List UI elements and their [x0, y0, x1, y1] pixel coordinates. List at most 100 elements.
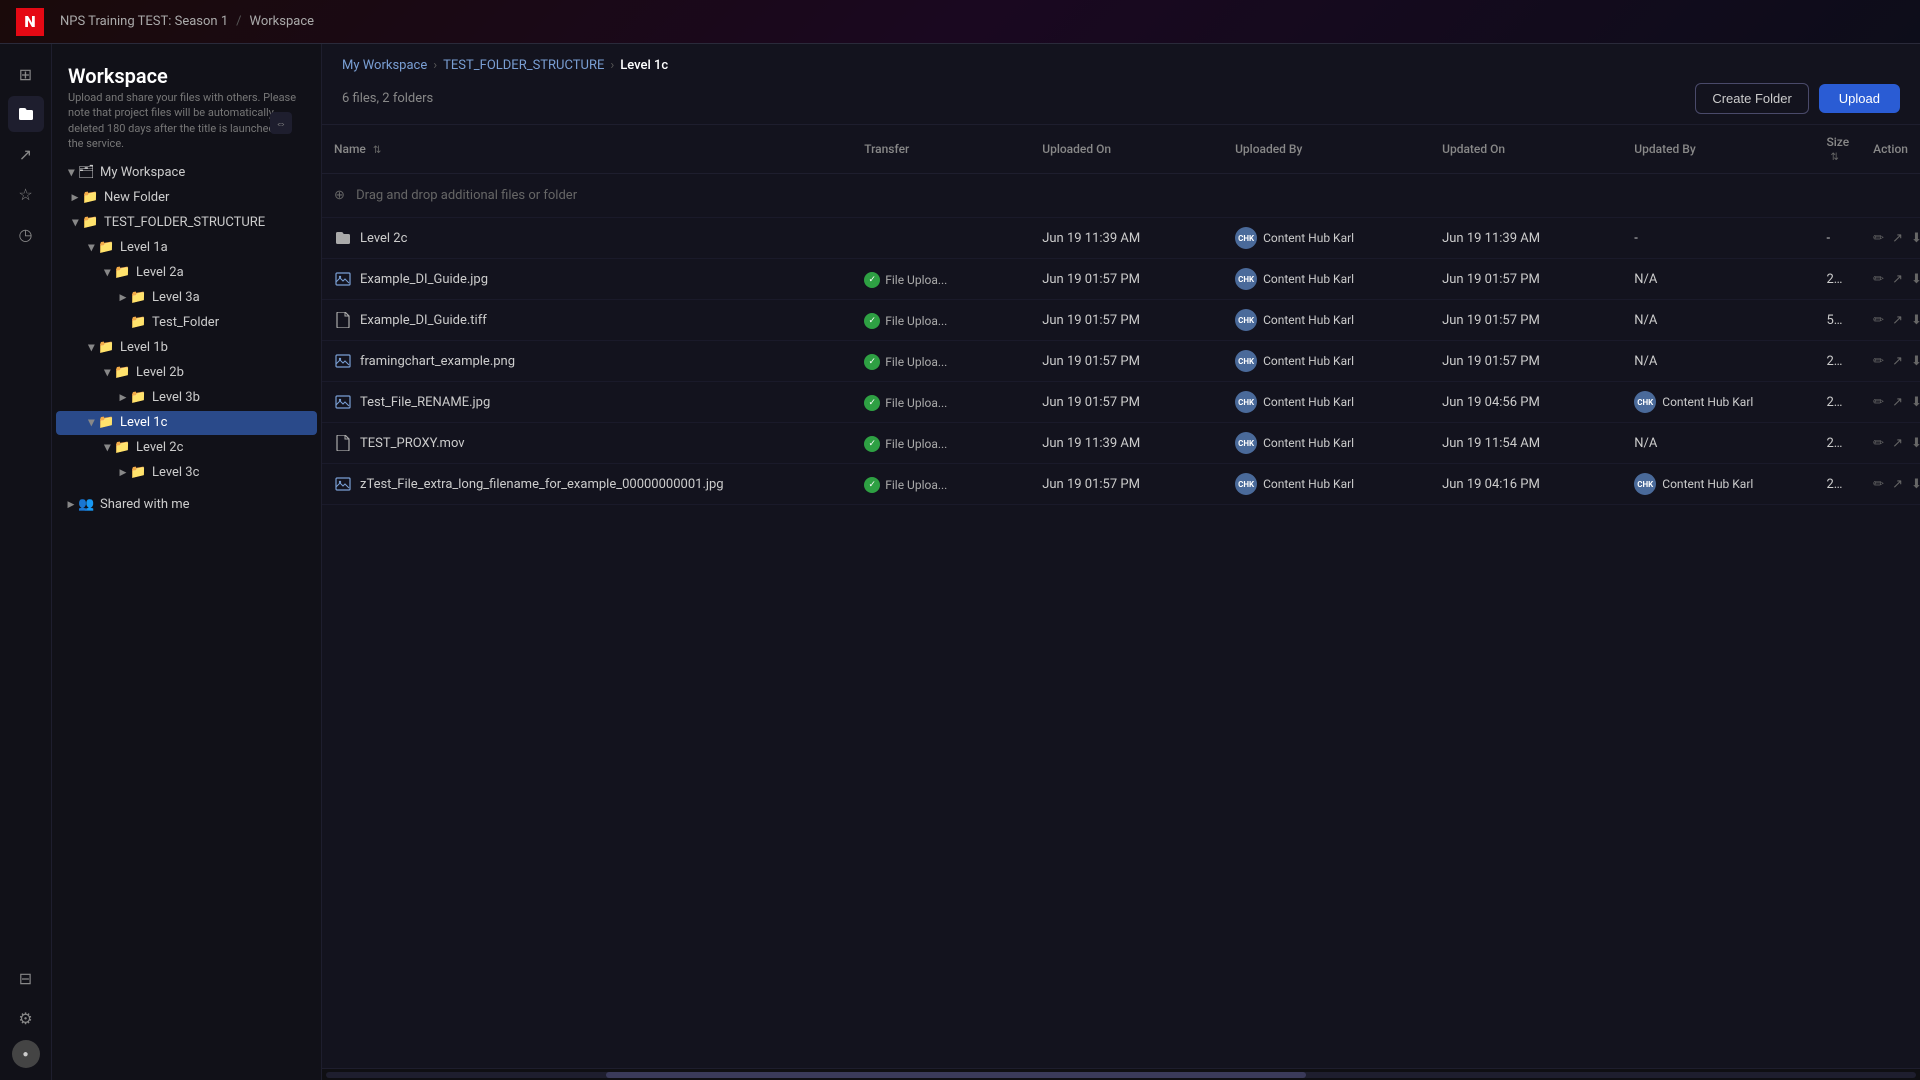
download-icon[interactable]: ⬇	[1911, 272, 1920, 287]
updated-on-cell: Jun 19 04:16 PM	[1430, 464, 1622, 505]
download-icon[interactable]: ⬇	[1911, 395, 1920, 410]
transfer-text: File Uploa...	[885, 437, 947, 451]
tree-my-workspace[interactable]: ▶ 🗂 My Workspace	[56, 161, 317, 185]
breadcrumb-sep2: ›	[433, 58, 437, 73]
col-header-name[interactable]: Name ⇅	[322, 125, 852, 174]
user-avatar: CHK	[1235, 391, 1257, 413]
folder-icon-btn[interactable]	[8, 96, 44, 132]
tree-test-folder-structure[interactable]: ▶ 📁 TEST_FOLDER_STRUCTURE	[56, 211, 317, 235]
share-action-icon[interactable]: ↗	[1892, 477, 1903, 492]
edit-icon[interactable]: ✏	[1873, 231, 1884, 246]
share-action-icon[interactable]: ↗	[1892, 272, 1903, 287]
level3c-folder-icon: 📁	[130, 465, 146, 481]
table-row[interactable]: Example_DI_Guide.jpg ✓ File Uploa... Jun…	[322, 259, 1920, 300]
tree-shared-with-me[interactable]: ▶ 👥 Shared with me	[56, 493, 317, 517]
table-row[interactable]: zTest_File_extra_long_filename_for_examp…	[322, 464, 1920, 505]
uploaded-by-cell: CHK Content Hub Karl	[1223, 382, 1430, 423]
breadcrumb-test-folder[interactable]: TEST_FOLDER_STRUCTURE	[443, 58, 604, 73]
table-row[interactable]: Test_File_RENAME.jpg ✓ File Uploa... Jun…	[322, 382, 1920, 423]
tree-level3b[interactable]: ▶ 📁 Level 3b	[56, 386, 317, 410]
edit-icon[interactable]: ✏	[1873, 313, 1884, 328]
name-sort-icon: ⇅	[373, 145, 381, 156]
share-action-icon[interactable]: ↗	[1892, 354, 1903, 369]
size-cell: 289.94 KB	[1814, 382, 1861, 423]
content-breadcrumb: My Workspace › TEST_FOLDER_STRUCTURE › L…	[342, 58, 1900, 73]
col-header-size[interactable]: Size ⇅	[1814, 125, 1861, 174]
grid-icon-btn[interactable]: ⊞	[8, 56, 44, 92]
download-icon[interactable]: ⬇	[1911, 436, 1920, 451]
tree-new-folder[interactable]: ▶ 📁 New Folder	[56, 186, 317, 210]
edit-icon[interactable]: ✏	[1873, 354, 1884, 369]
size-cell: 22.47 GB	[1814, 423, 1861, 464]
level1b-arrow: ▶	[84, 341, 98, 355]
tree-level3a[interactable]: ▶ 📁 Level 3a	[56, 286, 317, 310]
share-action-icon[interactable]: ↗	[1892, 313, 1903, 328]
file-name: Example_DI_Guide.jpg	[360, 272, 488, 287]
download-icon[interactable]: ⬇	[1911, 354, 1920, 369]
level2c-arrow: ▶	[100, 441, 114, 455]
level3b-folder-icon: 📁	[130, 390, 146, 406]
download-icon[interactable]: ⬇	[1911, 313, 1920, 328]
create-folder-button[interactable]: Create Folder	[1695, 83, 1808, 114]
file-type-icon	[334, 229, 352, 247]
size-cell: 595.42 KB	[1814, 300, 1861, 341]
file-type-icon	[334, 434, 352, 452]
transfer-cell: ✓ File Uploa...	[852, 300, 1030, 341]
action-cell: ✏ ↗ ⬇ ⋮	[1861, 341, 1920, 382]
tree-level2b[interactable]: ▶ 📁 Level 2b	[56, 361, 317, 385]
level1a-label: Level 1a	[120, 240, 168, 255]
updated-by-value: N/A	[1634, 436, 1657, 451]
tree-level1c[interactable]: ▶ 📁 Level 1c	[56, 411, 317, 435]
edit-icon[interactable]: ✏	[1873, 395, 1884, 410]
share-icon-btn[interactable]: ↗	[8, 136, 44, 172]
share-action-icon[interactable]: ↗	[1892, 436, 1903, 451]
tree-level3c[interactable]: ▶ 📁 Level 3c	[56, 461, 317, 485]
share-action-icon[interactable]: ↗	[1892, 231, 1903, 246]
level2b-label: Level 2b	[136, 365, 184, 380]
uploaded-on-cell: Jun 19 01:57 PM	[1030, 259, 1223, 300]
bottom-scrollbar[interactable]	[322, 1068, 1920, 1080]
file-type-icon	[334, 393, 352, 411]
level1a-arrow: ▶	[84, 241, 98, 255]
edit-icon[interactable]: ✏	[1873, 272, 1884, 287]
settings-icon-btn[interactable]: ⚙	[8, 1000, 44, 1036]
table-row[interactable]: Level 2c Jun 19 11:39 AM CHK Content Hub…	[322, 218, 1920, 259]
layout-icon-btn[interactable]: ⊟	[8, 960, 44, 996]
transfer-cell: ✓ File Uploa...	[852, 341, 1030, 382]
edit-icon[interactable]: ✏	[1873, 477, 1884, 492]
user-avatar: CHK	[1235, 227, 1257, 249]
file-name: Test_File_RENAME.jpg	[360, 395, 490, 410]
clock-icon-btn[interactable]: ◷	[8, 216, 44, 252]
edit-icon[interactable]: ✏	[1873, 436, 1884, 451]
uploaded-on-cell: Jun 19 01:57 PM	[1030, 464, 1223, 505]
table-row[interactable]: TEST_PROXY.mov ✓ File Uploa... Jun 19 11…	[322, 423, 1920, 464]
new-folder-icon: 📁	[82, 190, 98, 206]
uploaded-on-cell: Jun 19 11:39 AM	[1030, 423, 1223, 464]
tree-level1a[interactable]: ▶ 📁 Level 1a	[56, 236, 317, 260]
action-cell: ✏ ↗ ⬇ ⋮	[1861, 423, 1920, 464]
shared-folder-icon: 👥	[78, 497, 94, 513]
test-folder-label: TEST_FOLDER_STRUCTURE	[104, 215, 265, 230]
user-avatar: CHK	[1235, 309, 1257, 331]
tree-level1b[interactable]: ▶ 📁 Level 1b	[56, 336, 317, 360]
breadcrumb-my-workspace[interactable]: My Workspace	[342, 58, 427, 73]
user-avatar: CHK	[1235, 432, 1257, 454]
table-row[interactable]: Example_DI_Guide.tiff ✓ File Uploa... Ju…	[322, 300, 1920, 341]
download-icon[interactable]: ⬇	[1911, 477, 1920, 492]
table-row[interactable]: framingchart_example.png ✓ File Uploa...…	[322, 341, 1920, 382]
updated-on-cell: Jun 19 04:56 PM	[1430, 382, 1622, 423]
user-avatar-icon[interactable]: ●	[12, 1040, 40, 1068]
scrollbar-thumb[interactable]	[606, 1072, 1306, 1078]
star-icon-btn[interactable]: ☆	[8, 176, 44, 212]
download-icon[interactable]: ⬇	[1911, 231, 1920, 246]
level2c-folder-icon: 📁	[114, 440, 130, 456]
tree-test-folder2[interactable]: ▶ 📁 Test_Folder	[56, 311, 317, 335]
scrollbar-track[interactable]	[326, 1072, 1916, 1078]
upload-button[interactable]: Upload	[1819, 84, 1900, 113]
tree-level2c[interactable]: ▶ 📁 Level 2c	[56, 436, 317, 460]
breadcrumb-sep1: /	[236, 14, 241, 29]
tree-level2a[interactable]: ▶ 📁 Level 2a	[56, 261, 317, 285]
action-cell: ✏ ↗ ⬇ ⋮	[1861, 464, 1920, 505]
share-action-icon[interactable]: ↗	[1892, 395, 1903, 410]
updated-on-cell: Jun 19 01:57 PM	[1430, 300, 1622, 341]
